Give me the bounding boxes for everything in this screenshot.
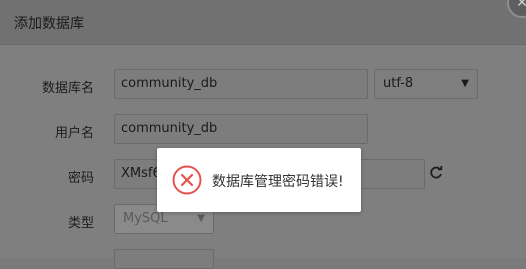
type-label: 类型 (67, 216, 94, 231)
db-name-input[interactable]: community_db (114, 69, 368, 99)
dialog-titlebar: 添加数据库 (0, 0, 526, 45)
password-label: 密码 (67, 171, 94, 186)
username-input[interactable]: community_db (114, 114, 368, 144)
refresh-icon[interactable] (428, 165, 444, 181)
next-field-input[interactable] (114, 249, 214, 269)
error-circle-icon (172, 165, 202, 195)
charset-value: utf-8 (383, 76, 414, 91)
chevron-down-icon: ▼ (461, 78, 469, 89)
charset-select[interactable]: utf-8 ▼ (374, 69, 478, 99)
username-label: 用户名 (54, 126, 94, 141)
toast-message: 数据库管理密码错误! (212, 174, 344, 190)
type-value: MySQL (123, 211, 168, 226)
add-database-dialog: 添加数据库 ✕ 数据库名 community_db utf-8 ▼ 用户名 co… (0, 0, 526, 269)
db-name-label: 数据库名 (41, 81, 94, 96)
dialog-title: 添加数据库 (14, 16, 84, 32)
error-toast: 数据库管理密码错误! (157, 148, 361, 212)
